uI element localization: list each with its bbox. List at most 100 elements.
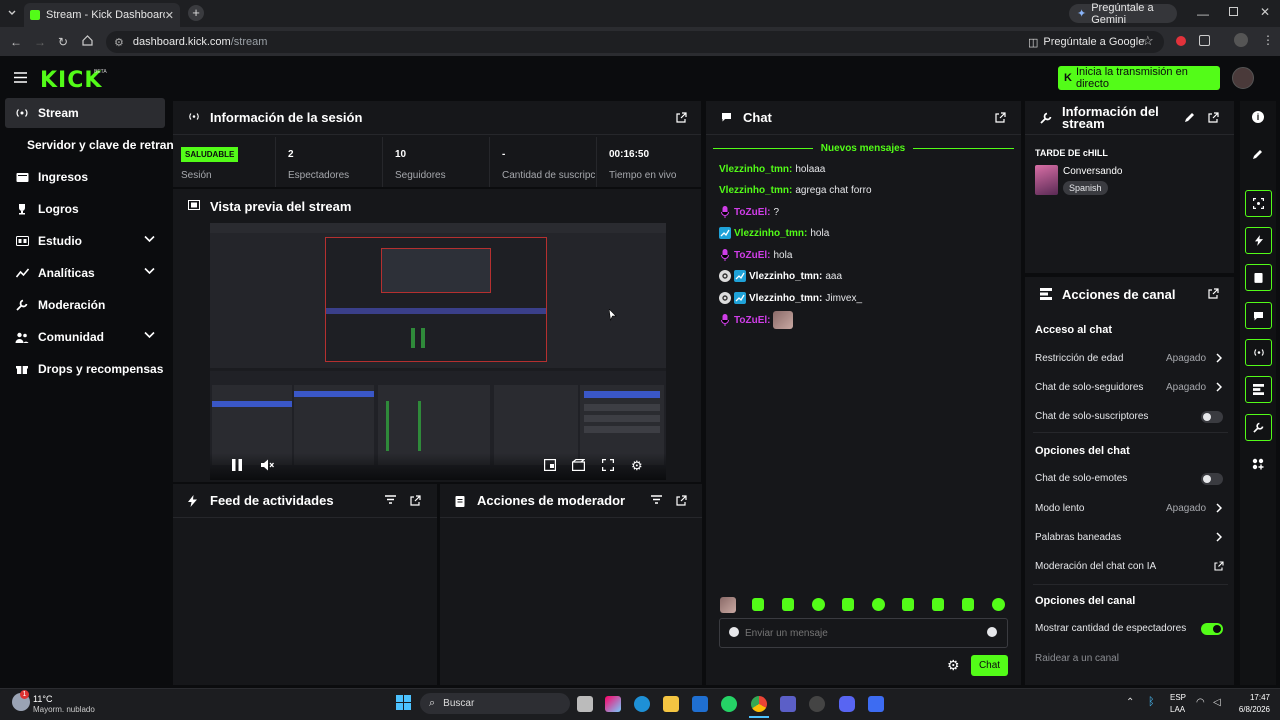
- chat-message[interactable]: Vlezzinho_tmn: holaaa: [719, 164, 825, 175]
- chat-identity-icon[interactable]: [729, 627, 739, 637]
- info-icon[interactable]: i: [1252, 111, 1264, 123]
- chat-username[interactable]: Vlezzinho_tmn:: [749, 271, 822, 282]
- sidebar-item-stream[interactable]: Stream: [5, 98, 165, 128]
- teams-icon[interactable]: [780, 696, 796, 712]
- rail-preview-button[interactable]: [1245, 190, 1272, 217]
- kick-emote-icon[interactable]: [842, 598, 854, 611]
- clock-date[interactable]: 6/8/2026: [1228, 705, 1270, 714]
- extensions-puzzle-icon[interactable]: [1199, 35, 1210, 46]
- obs-icon[interactable]: [809, 696, 825, 712]
- bookmark-star-icon[interactable]: ☆: [1142, 33, 1154, 49]
- edge-icon[interactable]: [634, 696, 650, 712]
- forward-arrow-icon[interactable]: →: [34, 35, 46, 49]
- taskbar-search[interactable]: ⌕ Buscar: [420, 693, 570, 714]
- stream-video[interactable]: ⚙: [210, 223, 666, 480]
- emote-only-toggle[interactable]: [1201, 473, 1223, 485]
- popout-icon[interactable]: [410, 495, 422, 507]
- sidebar-item-ingresos[interactable]: Ingresos: [5, 162, 165, 192]
- rail-stream-info-button[interactable]: [1245, 414, 1272, 441]
- kick-emote-icon[interactable]: [782, 598, 794, 611]
- sidebar-item-moderacion[interactable]: Moderación: [5, 290, 165, 320]
- lang-line-2[interactable]: LAA: [1170, 705, 1185, 714]
- viewer-count-toggle[interactable]: [1201, 623, 1223, 635]
- bluetooth-icon[interactable]: ᛒ: [1148, 696, 1155, 708]
- close-window-icon[interactable]: ✕: [1260, 5, 1270, 19]
- chrome-icon[interactable]: [751, 696, 767, 712]
- category-thumbnail[interactable]: [1035, 165, 1058, 195]
- extension-red-icon[interactable]: [1176, 36, 1186, 46]
- browser-menu-icon[interactable]: ⋮: [1262, 33, 1274, 47]
- wifi-icon[interactable]: ◠: [1196, 697, 1205, 708]
- age-restriction-value[interactable]: Apagado: [1166, 353, 1206, 364]
- file-explorer-icon[interactable]: [663, 696, 679, 712]
- external-link-icon[interactable]: [1214, 561, 1224, 571]
- sidebar-item-comunidad[interactable]: Comunidad: [5, 322, 165, 352]
- minimize-icon[interactable]: —: [1197, 7, 1209, 21]
- chat-username[interactable]: Vlezzinho_tmn:: [749, 293, 822, 304]
- ask-gemini-button[interactable]: ✦ Pregúntale a Gemini: [1069, 2, 1177, 26]
- popout-icon[interactable]: [1208, 112, 1220, 124]
- filter-icon[interactable]: [651, 495, 663, 507]
- kick-emote-icon[interactable]: [812, 598, 825, 611]
- close-tab-icon[interactable]: ✕: [165, 9, 174, 22]
- chat-message-input[interactable]: [745, 622, 975, 644]
- chat-settings-gear-icon[interactable]: ⚙: [947, 657, 960, 674]
- chevron-right-icon[interactable]: [1216, 503, 1222, 513]
- restore-icon[interactable]: [1229, 7, 1238, 16]
- site-info-icon[interactable]: ⚙: [114, 36, 124, 49]
- lang-line-1[interactable]: ESP: [1170, 693, 1186, 702]
- weather-temp[interactable]: 11°C: [33, 694, 52, 704]
- edit-pencil-icon[interactable]: [1252, 149, 1263, 160]
- chevron-right-icon[interactable]: [1216, 382, 1222, 392]
- filter-icon[interactable]: [385, 495, 397, 507]
- reload-icon[interactable]: ↻: [58, 35, 68, 49]
- clock-time[interactable]: 17:47: [1232, 693, 1270, 702]
- chat-message[interactable]: ToZuEl:: [719, 311, 794, 329]
- hamburger-menu-icon[interactable]: [14, 72, 27, 83]
- chat-username[interactable]: ToZuEl:: [734, 315, 770, 326]
- add-widget-icon[interactable]: [1252, 458, 1264, 470]
- chat-username[interactable]: Vlezzinho_tmn:: [719, 164, 792, 175]
- user-avatar[interactable]: [1232, 67, 1254, 89]
- home-icon[interactable]: [82, 35, 93, 46]
- go-live-button[interactable]: K Inicia la transmisión en directo: [1058, 66, 1220, 90]
- chevron-down-icon[interactable]: [144, 267, 155, 275]
- chat-message[interactable]: ToZuEl: ?: [719, 206, 779, 218]
- kick-emote-icon[interactable]: [752, 598, 764, 611]
- ask-google-button[interactable]: ◫ Pregúntale a Google: [1028, 31, 1144, 53]
- task-view-icon[interactable]: [577, 696, 593, 712]
- clip-icon[interactable]: [572, 459, 585, 471]
- volume-icon[interactable]: ◁: [1213, 697, 1221, 708]
- chevron-right-icon[interactable]: [1216, 532, 1222, 542]
- rail-activity-button[interactable]: [1245, 227, 1272, 254]
- whatsapp-icon[interactable]: [721, 696, 737, 712]
- discord-icon[interactable]: [839, 696, 855, 712]
- kick-emote-icon[interactable]: [872, 598, 885, 611]
- new-tab-plus-icon[interactable]: +: [188, 5, 204, 21]
- windows-start-icon[interactable]: [396, 695, 411, 710]
- banned-words-label[interactable]: Palabras baneadas: [1035, 532, 1121, 543]
- chat-username[interactable]: ToZuEl:: [734, 207, 770, 218]
- rail-chat-button[interactable]: [1245, 302, 1272, 329]
- profile-avatar-icon[interactable]: [1234, 33, 1248, 47]
- sidebar-item-analiticas[interactable]: Analíticas: [5, 258, 165, 288]
- chevron-down-icon[interactable]: [144, 235, 155, 243]
- back-arrow-icon[interactable]: ←: [10, 35, 22, 49]
- ai-moderation-label[interactable]: Moderación del chat con IA: [1035, 561, 1156, 572]
- chat-username[interactable]: Vlezzinho_tmn:: [734, 228, 807, 239]
- url-bar[interactable]: ⚙ dashboard.kick.com/stream: [106, 31, 1164, 53]
- age-restriction-label[interactable]: Restricción de edad: [1035, 353, 1123, 364]
- subs-only-toggle[interactable]: [1201, 411, 1223, 423]
- weather-desc[interactable]: Mayorm. nublado: [33, 705, 95, 714]
- tab-search-icon[interactable]: [7, 8, 17, 18]
- rail-modactions-button[interactable]: [1245, 264, 1272, 291]
- sidebar-item-estudio[interactable]: Estudio: [5, 226, 165, 256]
- browser-tab[interactable]: Stream - Kick Dashboard ✕: [24, 3, 180, 27]
- kick-emote-icon[interactable]: [902, 598, 914, 611]
- chevron-down-icon[interactable]: [144, 331, 155, 339]
- kick-emote-icon[interactable]: [992, 598, 1005, 611]
- sidebar-item-drops[interactable]: Drops y recompensas: [5, 354, 165, 384]
- chat-username[interactable]: Vlezzinho_tmn:: [719, 185, 792, 196]
- popout-icon[interactable]: [676, 495, 688, 507]
- sidebar-item-server-key[interactable]: Servidor y clave de retransmisión: [5, 130, 173, 160]
